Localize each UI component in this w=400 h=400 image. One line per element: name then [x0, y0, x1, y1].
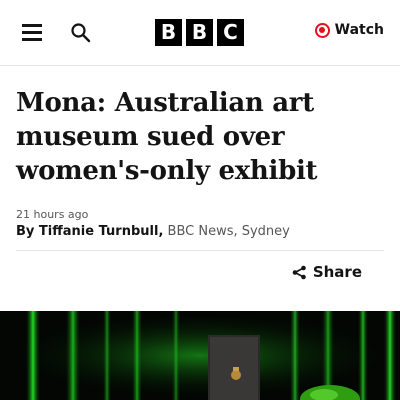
- search-icon[interactable]: [70, 22, 92, 44]
- top-navigation-bar: B B C Watch: [0, 0, 400, 66]
- share-button[interactable]: Share: [292, 263, 362, 281]
- article-headline: Mona: Australian art museum sued over wo…: [16, 88, 318, 186]
- share-label: Share: [312, 263, 362, 281]
- timestamp: 21 hours ago: [16, 208, 89, 221]
- share-icon: [292, 265, 306, 279]
- bbc-logo[interactable]: B B C: [155, 19, 244, 46]
- logo-letter: B: [186, 19, 213, 46]
- byline: By Tiffanie Turnbull, BBC News, Sydney: [16, 223, 384, 241]
- divider: [16, 250, 384, 251]
- hero-image: [0, 311, 400, 400]
- byline-prefix: By: [16, 224, 39, 239]
- logo-letter: C: [217, 19, 244, 46]
- article-meta: 21 hours ago By Tiffanie Turnbull, BBC N…: [16, 207, 384, 241]
- live-record-icon: [314, 22, 330, 38]
- byline-outlet: BBC News, Sydney: [163, 224, 290, 239]
- watch-button[interactable]: Watch: [314, 22, 384, 38]
- author-name[interactable]: Tiffanie Turnbull: [39, 224, 159, 239]
- menu-icon[interactable]: [22, 24, 42, 41]
- logo-letter: B: [155, 19, 182, 46]
- watch-label: Watch: [334, 22, 384, 38]
